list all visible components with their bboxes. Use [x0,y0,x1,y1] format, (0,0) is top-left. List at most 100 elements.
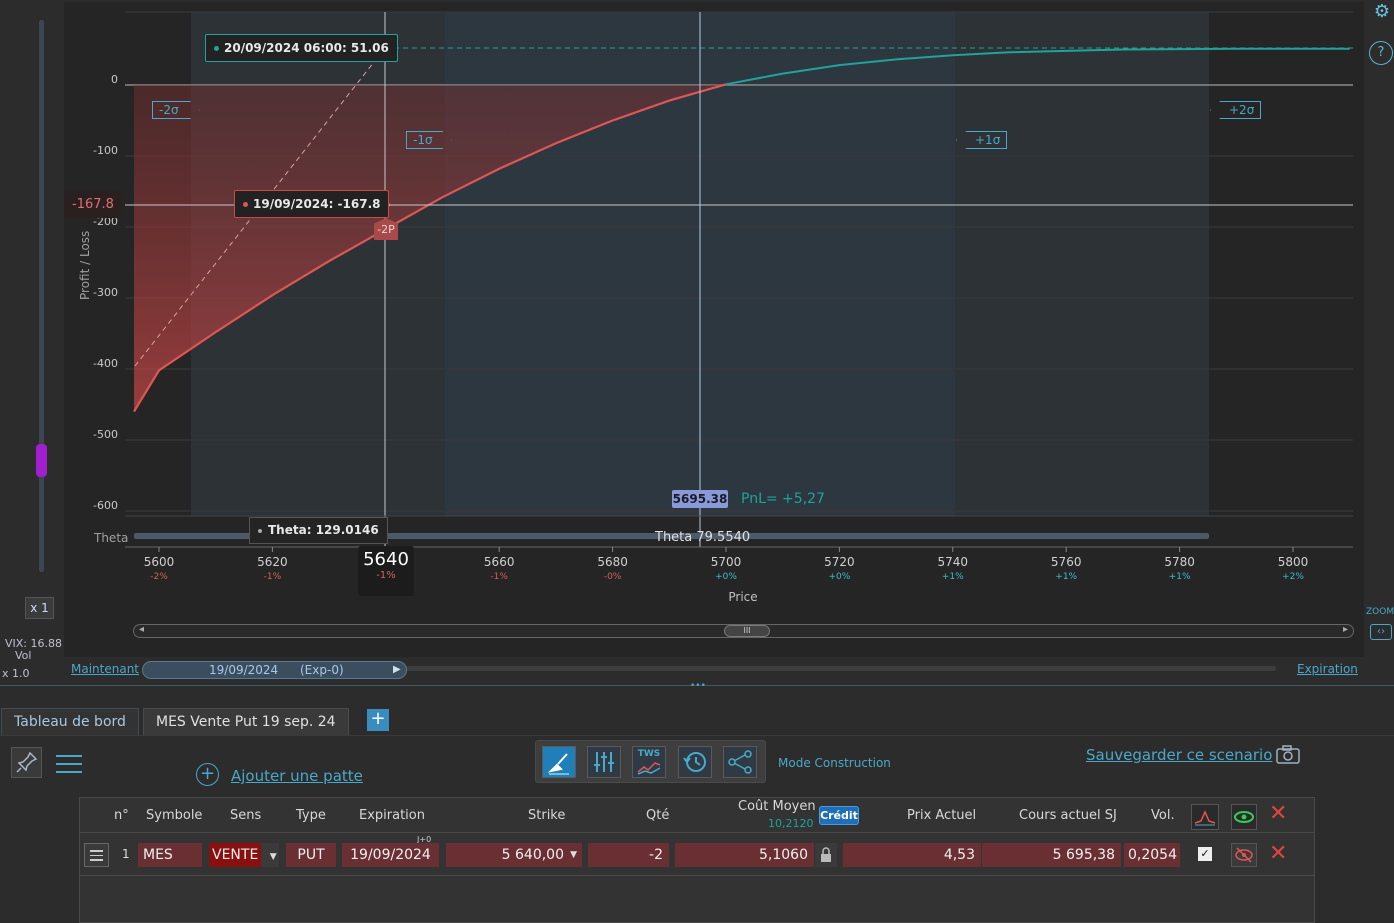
y-tick-label: -100 [93,144,118,157]
cursor-price-label: 5640 -1% [358,546,414,596]
expiration-link[interactable]: Expiration [1297,662,1358,676]
pin-icon [16,751,38,773]
delete-leg-icon[interactable]: ✕ [1269,841,1287,866]
tws-chart-icon [637,762,661,775]
history-icon [683,752,706,772]
sigma-label-plus2: +2σ [1210,101,1262,119]
col-strike: Strike [528,808,566,823]
x-tick-label: 5660 [484,555,515,569]
add-leg-link[interactable]: Ajouter une patte [231,767,363,785]
symbol-cell[interactable]: MES [138,843,202,867]
x-tick-label: 5740 [938,555,969,569]
x-tick-label: 5600 [144,555,175,569]
share-icon [728,750,752,774]
delete-all-icon[interactable]: ✕ [1269,801,1287,826]
gear-icon[interactable]: ⚙ [1372,2,1392,22]
construction-mode-button[interactable] [542,746,576,778]
pnl-label: PnL= +5,27 [741,491,825,507]
y-crosshair-marker: -167.8 [64,191,122,218]
drag-handle[interactable]: ••• [690,681,706,691]
mode-label: Mode Construction [778,756,891,770]
history-button[interactable] [678,746,712,778]
sigma-label-plus1: +1σ [956,131,1008,149]
x-tick-pct: +0% [828,572,850,582]
col-underlying: Cours actuel SJ [1019,808,1117,823]
y-tick-label: 0 [111,73,118,86]
payoff-chart-svg: 0-100-200-300-400-500-600 Theta 5600-2%5… [78,11,1353,604]
scrollbar-thumb[interactable]: III [724,625,770,637]
type-cell[interactable]: PUT [286,843,336,867]
price-cell: 4,53 [843,843,981,867]
hide-leg-button[interactable] [1231,843,1257,867]
theta-axis-label: Theta [93,531,128,545]
adjust-button[interactable] [587,746,621,778]
x-tick-label: 5700 [711,555,742,569]
avg-cost-cell[interactable]: 5,1060 [675,843,814,867]
row-number: 1 [122,847,130,861]
vol-cell[interactable]: 0,2054 [1124,843,1180,867]
x-tick-pct: +2% [1282,572,1304,582]
x-tick-pct: +1% [1055,572,1077,582]
col-n: n° [114,808,129,823]
x-tick-label: 5800 [1278,555,1309,569]
lock-icon[interactable] [815,843,837,867]
col-symbol: Symbole [146,808,203,823]
col-expiration: Expiration [359,808,425,823]
help-icon[interactable]: ? [1369,41,1393,65]
current-price-badge: 5695.38 [672,490,728,508]
y-tick-label: -600 [93,499,118,512]
now-tooltip: 19/09/2024: -167.8 [234,190,390,218]
col-avg-cost: Coût Moyen [738,799,816,814]
trowel-icon [547,753,569,775]
y-tick-label: -400 [93,357,118,370]
chart-toggle-button[interactable] [1191,804,1219,830]
eye-icon [1234,811,1254,823]
exp-tooltip: 20/09/2024 06:00: 51.06 [205,34,398,62]
y-tick-label: -500 [93,428,118,441]
sigma-label-minus2: -2σ [152,101,200,119]
avg-cost-total: 10,2120 [768,817,814,830]
add-tab-button[interactable]: + [367,709,389,731]
tws-button[interactable]: TWS [632,746,666,778]
side-select[interactable]: VENTE ▼ [209,843,279,867]
credit-badge[interactable]: Crédit [819,806,859,825]
y-tick-label: -300 [93,286,118,299]
mode-toolbar: TWS [535,740,766,783]
camera-icon[interactable] [1275,743,1301,765]
add-leg-icon[interactable]: + [196,763,219,786]
chart-hscrollbar[interactable]: ◂ III ▸ [133,624,1354,638]
show-all-button[interactable] [1231,804,1257,830]
x-tick-pct: -0% [604,572,622,582]
sigma-label-minus1: -1σ [406,131,452,149]
col-price: Prix Actuel [907,808,977,823]
time-slider-handle[interactable]: 19/09/2024 (Exp-0) ▶ [142,661,407,679]
row-checkbox[interactable]: ✓ [1198,847,1212,861]
x-tick-pct: -1% [490,572,508,582]
x-tick-label: 5720 [824,555,855,569]
zoom-label: ZOOM [1366,607,1394,617]
vol-multiplier: x 1.0 [2,667,30,680]
tab-dashboard[interactable]: Tableau de bord [1,708,139,735]
strike-cell[interactable]: 5 640,00 ▼ [446,843,582,867]
pin-button[interactable] [11,747,42,778]
col-side: Sens [230,808,262,823]
share-button[interactable] [723,746,757,778]
theta-center-label: Theta 79.5540 [655,530,751,545]
save-scenario-link[interactable]: Sauvegarder ce scenario [1086,746,1272,764]
qty-cell[interactable]: -2 [588,843,669,867]
zoom-expand-icon[interactable]: ‹› [1370,624,1392,640]
x-tick-label: 5620 [257,555,288,569]
underlying-cell: 5 695,38 [982,843,1121,867]
y-axis-title: Profit / Loss [78,231,92,300]
x-axis-title: Price [728,590,757,604]
now-link[interactable]: Maintenant [71,662,139,676]
col-vol: Vol. [1151,808,1175,823]
tab-strategy[interactable]: MES Vente Put 19 sep. 24 [143,708,349,735]
x-tick-pct: +0% [715,572,737,582]
x-tick-label: 5780 [1164,555,1195,569]
curve-icon [1194,810,1216,826]
row-drag-handle[interactable] [84,843,109,867]
x-tick-pct: +1% [1169,572,1191,582]
menu-icon[interactable] [56,752,82,774]
expiration-cell[interactable]: 19/09/2024 [342,843,439,867]
